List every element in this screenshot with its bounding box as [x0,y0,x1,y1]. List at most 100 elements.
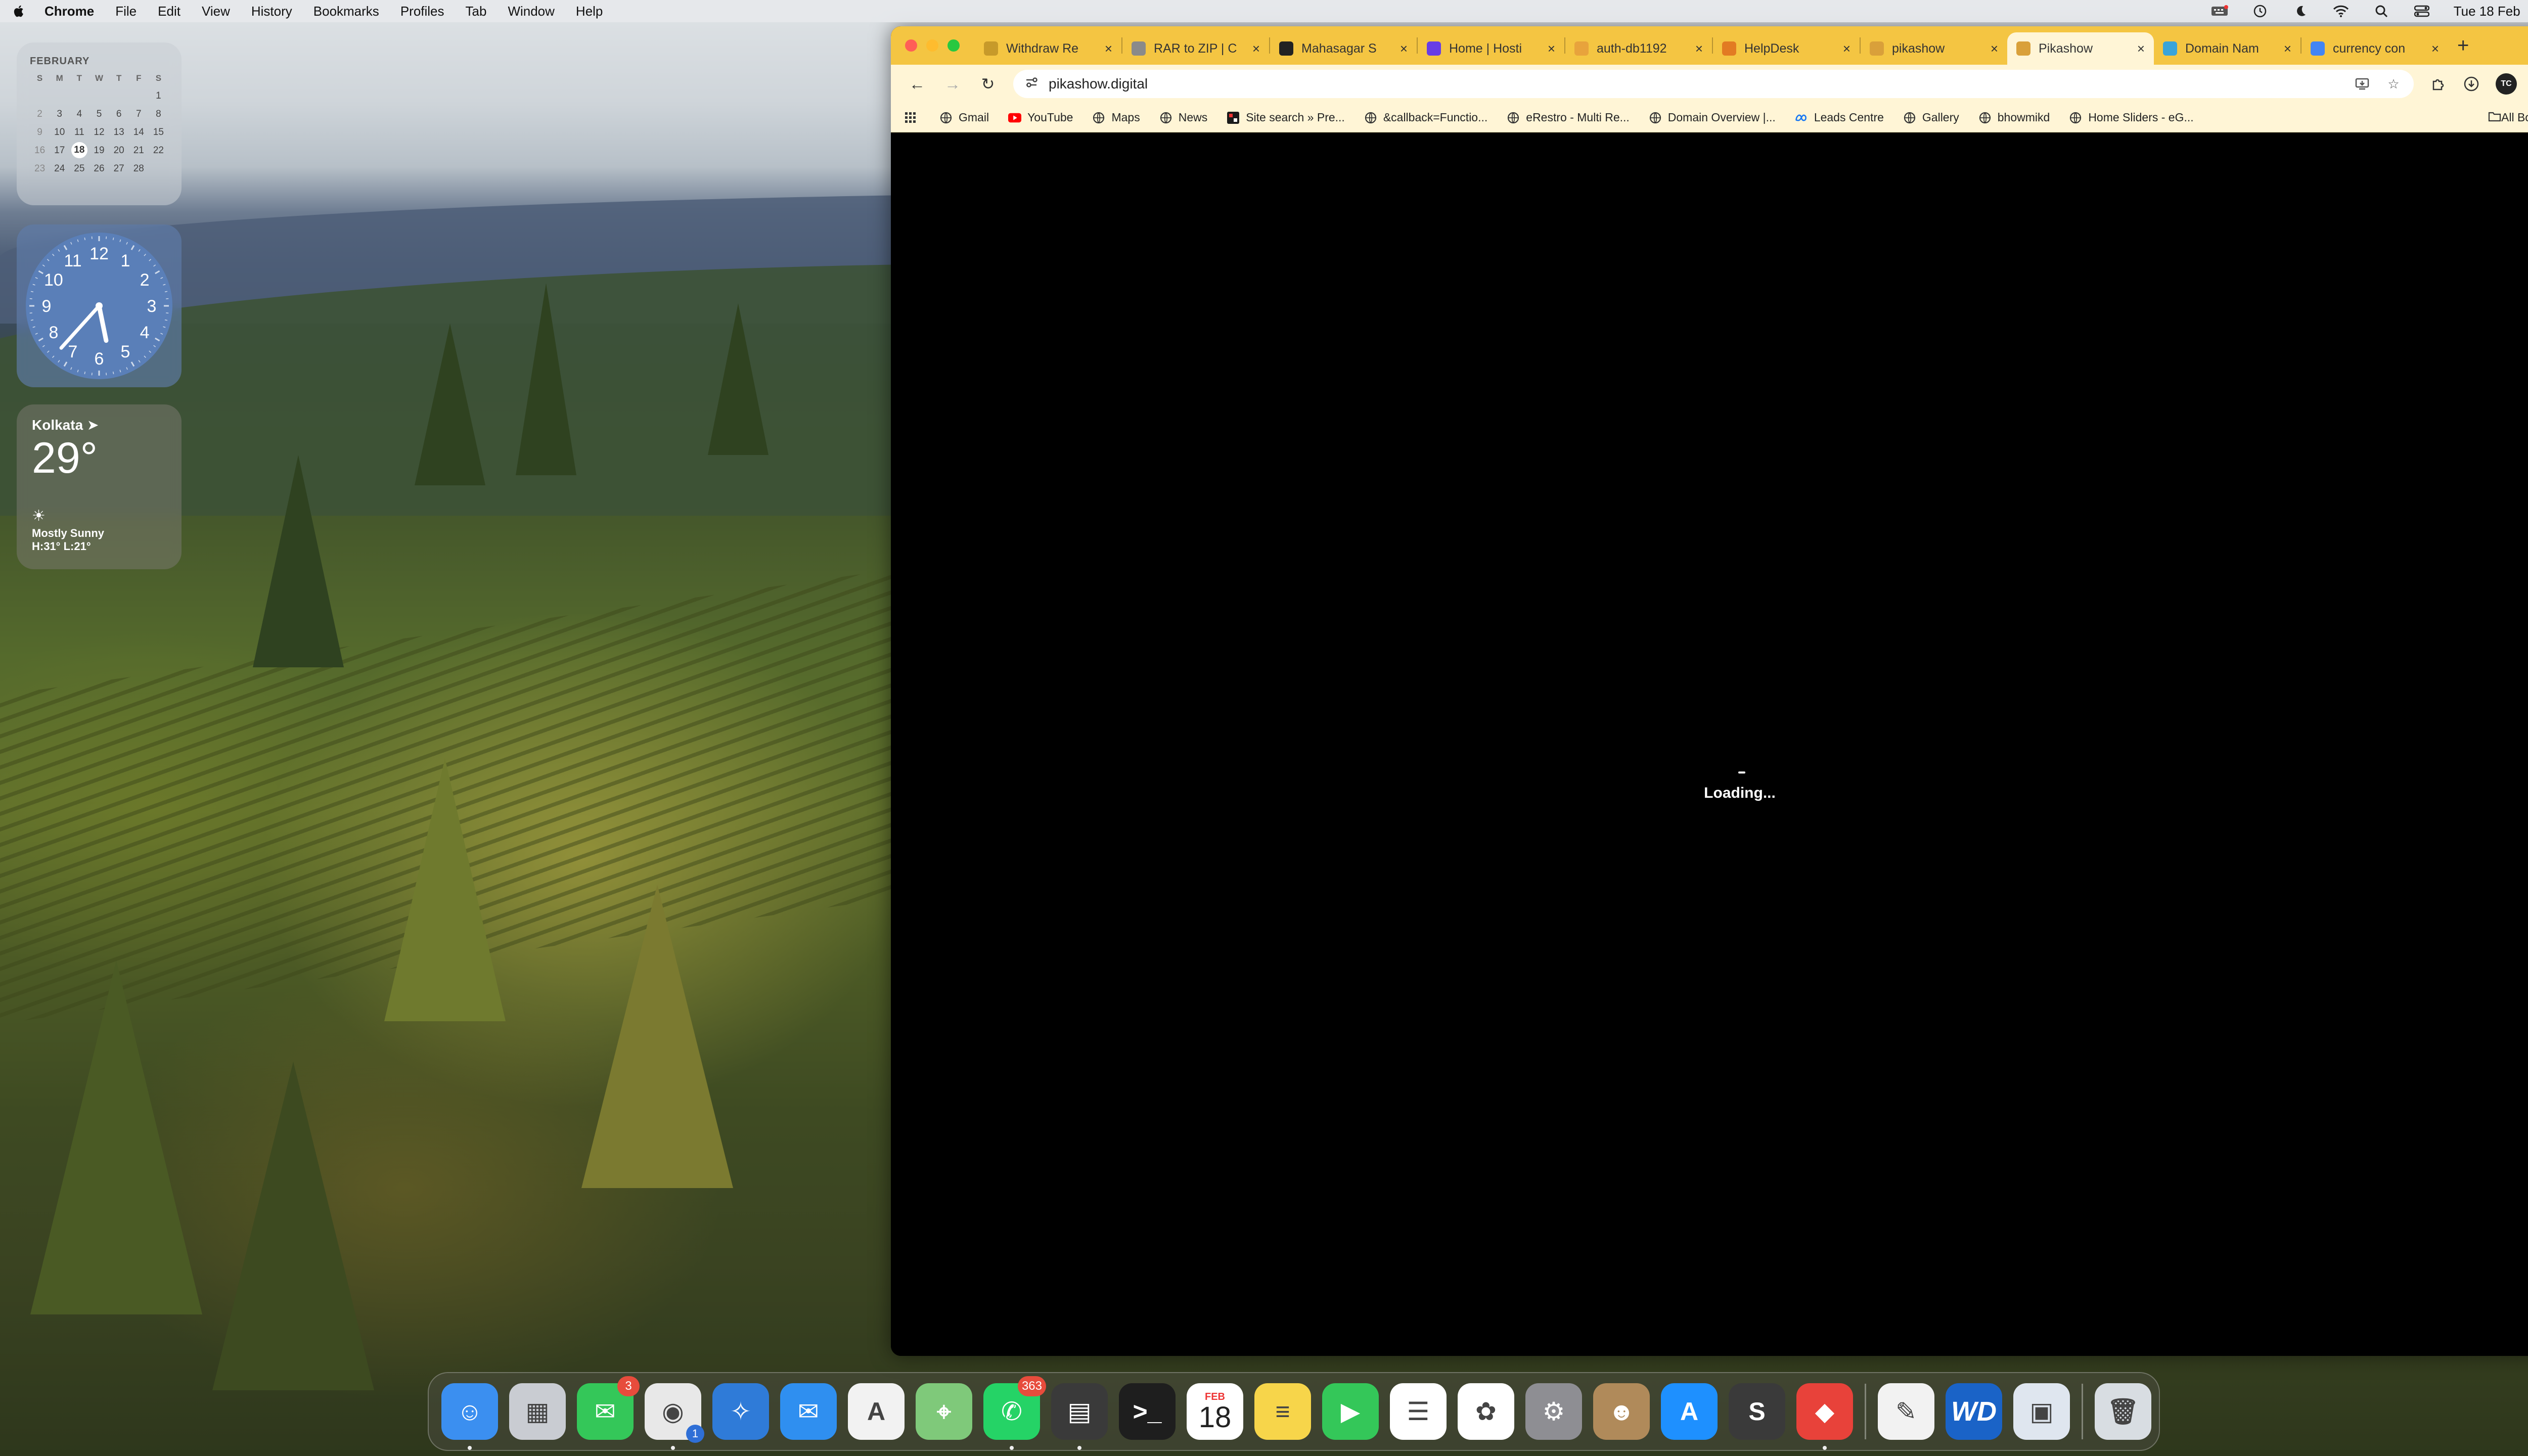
bookmark-item[interactable]: Maps [1092,111,1140,124]
chrome-icon[interactable]: ◉ 1 [645,1383,704,1450]
time-machine-icon[interactable] [2251,4,2269,19]
messages-icon[interactable]: ✉ 3 [577,1376,640,1440]
notes-icon[interactable]: ≡ [1254,1383,1311,1440]
minimize-window-button[interactable] [926,39,938,52]
wifi-icon[interactable] [2332,4,2350,19]
close-window-button[interactable] [905,39,917,52]
bookmark-item[interactable]: Site search » Pre... [1227,111,1345,124]
menu-app-name[interactable]: Chrome [44,4,94,19]
downloads-icon[interactable] [2462,75,2480,93]
calendar-icon[interactable]: FEB 18 [1187,1383,1243,1440]
menu-window[interactable]: Window [508,4,554,19]
contacts-icon[interactable]: ☻ [1593,1383,1650,1440]
tab-6[interactable]: HelpDesk × [1713,32,1860,65]
menu-help[interactable]: Help [576,4,603,19]
address-bar[interactable]: pikashow.digital ☆ [1013,70,2414,98]
bookmark-item[interactable]: bhowmikd [1978,111,2050,124]
tab-8[interactable]: Pikashow × [2007,32,2154,65]
close-tab-icon[interactable]: × [1548,41,1555,57]
app-store-icon[interactable]: A [1661,1383,1718,1440]
textedit-icon[interactable]: ✎ [1878,1383,1934,1440]
tab-10[interactable]: currency con × [2301,32,2448,65]
site-info-icon[interactable] [1024,75,1039,93]
bookmark-item[interactable]: Home Sliders - eG... [2069,111,2194,124]
bookmark-item[interactable]: YouTube [1008,111,1073,124]
extensions-puzzle-icon[interactable] [2429,75,2447,93]
xcode-instruments-icon[interactable]: A [848,1383,905,1440]
photos-icon[interactable]: ✿ [1458,1383,1514,1440]
safari-icon[interactable]: ✧ [712,1383,769,1440]
new-tab-button[interactable]: + [2457,34,2469,57]
close-tab-icon[interactable]: × [2137,41,2145,57]
bookmark-item[interactable]: Leads Centre [1795,111,1884,124]
menu-tab[interactable]: Tab [466,4,487,19]
menu-view[interactable]: View [202,4,230,19]
close-tab-icon[interactable]: × [1991,41,1998,57]
bookmark-item[interactable]: &callback=Functio... [1364,111,1487,124]
forward-button[interactable]: → [938,70,967,98]
apps-grid-icon[interactable] [904,111,917,124]
close-tab-icon[interactable]: × [1252,41,1260,57]
finder-icon[interactable]: ☺ [441,1383,498,1450]
system-settings-icon[interactable]: ⚙ [1525,1383,1582,1440]
apple-menu-icon[interactable] [12,4,26,19]
sublime-text-icon[interactable]: S [1729,1383,1785,1440]
calendar-day: 2 [37,109,42,119]
terminal-icon[interactable]: >_ [1119,1383,1176,1440]
bookmark-item[interactable]: Gallery [1903,111,1959,124]
bookmark-star-icon[interactable]: ☆ [2384,75,2403,93]
bookmark-item[interactable]: Domain Overview |... [1649,111,1776,124]
bookmark-item[interactable]: News [1159,111,1207,124]
tab-4[interactable]: Home | Hosti × [1418,32,1564,65]
tab-3[interactable]: Mahasagar S × [1270,32,1417,65]
tab-7[interactable]: pikashow × [1861,32,2007,65]
all-bookmarks-button[interactable]: All Bookmarks [2488,111,2528,125]
close-tab-icon[interactable]: × [2431,41,2439,57]
close-tab-icon[interactable]: × [1400,41,1408,57]
menu-file[interactable]: File [115,4,137,19]
clock-widget[interactable]: 12 1 2 3 4 5 6 7 8 9 10 11 [17,224,182,387]
spotlight-search-icon[interactable] [2373,4,2390,19]
launchpad-icon[interactable]: ▦ [509,1383,566,1440]
menu-history[interactable]: History [251,4,292,19]
close-tab-icon[interactable]: × [1105,41,1112,57]
zoom-window-button[interactable] [947,39,960,52]
keyboard-icon[interactable] [2211,4,2228,19]
url-text[interactable]: pikashow.digital [1049,76,2340,92]
mail-icon[interactable]: ✉ [780,1383,837,1440]
control-center-icon[interactable] [2413,4,2430,19]
preview-icon[interactable]: ▣ [2013,1383,2070,1440]
close-tab-icon[interactable]: × [1695,41,1703,57]
back-button[interactable]: ← [903,70,931,98]
profile-avatar[interactable]: TC [2496,73,2517,95]
close-tab-icon[interactable]: × [1843,41,1850,57]
menu-bookmarks[interactable]: Bookmarks [313,4,379,19]
close-tab-icon[interactable]: × [2284,41,2291,57]
weather-widget[interactable]: Kolkata ➤ 29° ☀ Mostly Sunny H:31° L:21° [17,404,182,569]
calculator-icon[interactable]: ▤ [1051,1383,1108,1450]
tab-9[interactable]: Domain Nam × [2154,32,2300,65]
calendar-day: 25 [74,163,85,174]
calendar-widget[interactable]: FEBRUARY S M T W T F S 1 2 3 4 5 6 7 8 9… [17,42,182,205]
menubar-clock[interactable]: Tue 18 Feb 5:37 PM [2454,4,2528,19]
maps-icon[interactable]: ⌖ [916,1383,972,1440]
menu-edit[interactable]: Edit [158,4,180,19]
wd-discovery-icon[interactable]: WD [1946,1383,2002,1440]
facetime-icon[interactable]: ▶ [1322,1383,1379,1440]
tab-label: Home | Hosti [1449,41,1522,56]
menu-profiles[interactable]: Profiles [400,4,444,19]
whatsapp-icon[interactable]: ✆ 363 [983,1376,1046,1450]
focus-moon-icon[interactable] [2292,4,2309,19]
anydesk-icon[interactable]: ◆ [1796,1383,1853,1450]
reload-button[interactable]: ↻ [974,70,1002,98]
trash-icon[interactable]: 🗑 [2095,1383,2151,1440]
tab-label: Domain Nam [2185,41,2259,56]
reminders-icon[interactable]: ☰ [1390,1383,1447,1440]
install-app-icon[interactable] [2353,75,2371,93]
tab-2[interactable]: RAR to ZIP | C × [1122,32,1269,65]
tab-5[interactable]: auth-db1192 × [1565,32,1712,65]
page-viewport[interactable]: Loading... [891,132,2528,1356]
bookmark-item[interactable]: Gmail [939,111,989,124]
bookmark-item[interactable]: eRestro - Multi Re... [1507,111,1630,124]
tab-1[interactable]: Withdraw Re × [975,32,1121,65]
